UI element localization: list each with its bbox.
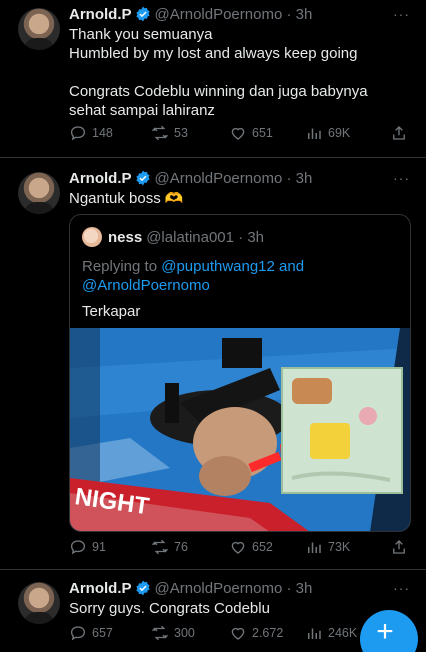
like-count: 651 xyxy=(252,126,273,140)
quoted-avatar xyxy=(82,227,102,247)
avatar[interactable] xyxy=(18,582,60,624)
like-count: 652 xyxy=(252,540,273,554)
tweet-line: Humbled by my lost and always keep going xyxy=(69,45,358,62)
verified-badge-icon xyxy=(135,170,150,186)
like-count: 2.672 xyxy=(252,626,284,640)
more-icon[interactable]: ··· xyxy=(393,6,410,22)
retweet-button[interactable]: 76 xyxy=(151,538,188,556)
compose-icon: + xyxy=(376,615,394,648)
replying-prefix: Replying to xyxy=(82,258,162,275)
tweet-line: Congrats Codeblu winning dan juga babyny… xyxy=(69,83,368,100)
reply-count: 657 xyxy=(92,626,113,640)
reply-icon xyxy=(70,626,86,641)
author-handle-time[interactable]: @ArnoldPoernomo · 3h xyxy=(155,6,313,23)
reply-button[interactable]: 91 xyxy=(69,538,106,556)
author-name[interactable]: Arnold.P xyxy=(69,170,132,187)
tweet-header: Arnold.P @ArnoldPoernomo · 3h xyxy=(69,168,312,188)
tweet-line: Thank you semuanya xyxy=(69,26,213,43)
share-button[interactable] xyxy=(390,124,413,142)
avatar[interactable] xyxy=(18,172,60,214)
retweet-button[interactable]: 300 xyxy=(151,624,195,642)
share-icon xyxy=(393,126,405,140)
reply-icon xyxy=(70,126,86,141)
views-count: 73K xyxy=(328,540,351,554)
share-button[interactable] xyxy=(390,538,413,556)
tweet-actions: 148 53 651 69K xyxy=(69,124,409,144)
quoted-tweet[interactable]: ness @lalatina001 · 3h Replying to @pupu… xyxy=(69,214,411,532)
quoted-media-image[interactable]: NIGHT xyxy=(70,328,410,531)
more-icon[interactable]: ··· xyxy=(393,580,410,596)
tweet-text: Sorry guys. Congrats Codeblu xyxy=(69,600,270,617)
retweet-button[interactable]: 53 xyxy=(151,124,188,142)
reply-button[interactable]: 657 xyxy=(69,624,113,642)
like-button[interactable]: 2.672 xyxy=(229,624,283,642)
tweet-text: Ngantuk boss 🫶 xyxy=(69,190,184,207)
tweet-actions: 657 300 2.672 246K xyxy=(69,624,409,644)
retweet-icon xyxy=(152,539,168,555)
quoted-header: ness @lalatina001 · 3h xyxy=(108,227,264,247)
retweet-icon xyxy=(152,125,168,141)
boxing-ring-image: NIGHT xyxy=(70,328,410,531)
retweet-icon xyxy=(152,625,168,641)
author-handle-time[interactable]: @ArnoldPoernomo · 3h xyxy=(155,580,313,597)
author-handle-time[interactable]: @ArnoldPoernomo · 3h xyxy=(155,170,313,187)
views-count: 246K xyxy=(328,626,358,640)
like-icon xyxy=(231,541,245,554)
reply-count: 91 xyxy=(92,540,106,554)
views-button[interactable]: 73K xyxy=(305,538,350,556)
reply-icon xyxy=(70,540,86,555)
retweet-count: 300 xyxy=(174,626,195,640)
verified-badge-icon xyxy=(135,580,150,596)
tweet-header: Arnold.P @ArnoldPoernomo · 3h xyxy=(69,578,312,598)
views-count: 69K xyxy=(328,126,351,140)
verified-badge-icon xyxy=(135,6,150,22)
tweet-line: sehat sampai lahiranz xyxy=(69,102,215,119)
tweet-2[interactable]: Arnold.P @ArnoldPoernomo · 3h ··· Ngantu… xyxy=(0,158,426,570)
like-button[interactable]: 651 xyxy=(229,124,273,142)
author-name[interactable]: Arnold.P xyxy=(69,580,132,597)
views-icon xyxy=(308,628,321,639)
reply-count: 148 xyxy=(92,126,113,140)
tweet-text: Thank you semuanya Humbled by my lost an… xyxy=(69,25,409,120)
quoted-author-name: ness xyxy=(108,228,143,246)
more-icon[interactable]: ··· xyxy=(393,170,410,186)
avatar[interactable] xyxy=(18,8,60,50)
views-icon xyxy=(308,542,321,553)
replying-to: Replying to @puputhwang12 and @ArnoldPoe… xyxy=(82,257,402,295)
tweet-actions: 91 76 652 73K xyxy=(69,538,409,558)
views-button[interactable]: 69K xyxy=(305,124,350,142)
retweet-count: 76 xyxy=(174,540,188,554)
mention-link[interactable]: @ArnoldPoernomo xyxy=(82,277,210,294)
retweet-count: 53 xyxy=(174,126,188,140)
views-button[interactable]: 246K xyxy=(305,624,357,642)
reply-button[interactable]: 148 xyxy=(69,124,113,142)
views-icon xyxy=(308,128,321,139)
like-button[interactable]: 652 xyxy=(229,538,273,556)
share-icon xyxy=(393,540,405,554)
quoted-handle-time: @lalatina001 · 3h xyxy=(146,228,265,246)
quoted-text: Terkapar xyxy=(82,303,141,320)
tweet-header: Arnold.P @ArnoldPoernomo · 3h xyxy=(69,4,312,24)
tweet-1[interactable]: Arnold.P @ArnoldPoernomo · 3h ··· Thank … xyxy=(0,0,426,160)
like-icon xyxy=(231,627,245,640)
replying-and: and xyxy=(274,258,305,275)
author-name[interactable]: Arnold.P xyxy=(69,6,132,23)
mention-link[interactable]: @puputhwang12 xyxy=(161,258,275,275)
like-icon xyxy=(231,127,245,140)
